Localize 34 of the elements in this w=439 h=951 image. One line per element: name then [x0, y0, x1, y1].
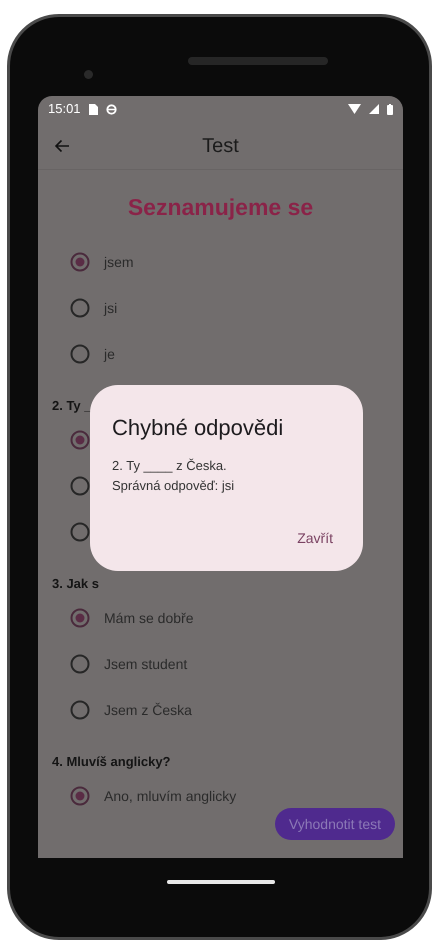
front-camera	[84, 70, 93, 79]
option-label: je	[104, 344, 115, 364]
radio-selected[interactable]	[70, 430, 90, 450]
radio-selected[interactable]	[70, 608, 90, 628]
dialog-text: Správná odpověď: jsi	[112, 477, 236, 495]
screen-title: Test	[202, 134, 239, 158]
radio-unselected[interactable]	[70, 298, 90, 318]
dialog-title: Chybné odpovědi	[112, 414, 284, 442]
question-title: 4. Mluvíš anglicky?	[52, 753, 170, 771]
radio-unselected[interactable]	[70, 700, 90, 720]
option-label: Jsem z Česka	[104, 700, 192, 720]
wifi-icon	[348, 104, 361, 114]
radio-selected[interactable]	[70, 252, 90, 272]
option-label: jsi	[104, 298, 118, 318]
radio-unselected[interactable]	[70, 476, 90, 496]
sim-card-icon	[88, 104, 98, 114]
home-indicator[interactable]	[166, 880, 274, 884]
option-label: jsem	[104, 252, 134, 272]
signal-icon	[369, 104, 379, 114]
circle-icon	[106, 104, 117, 114]
radio-unselected[interactable]	[70, 654, 90, 674]
radio-unselected[interactable]	[70, 522, 90, 542]
page-heading: Seznamujeme se	[126, 193, 314, 222]
radio-unselected[interactable]	[70, 344, 90, 364]
option-label: Ano, mluvím anglicky	[104, 786, 236, 806]
battery-icon	[387, 104, 393, 114]
status-time: 15:01	[48, 100, 81, 118]
option-label: Mám se dobře	[104, 608, 194, 628]
dialog-text: 2. Ty ____ z Česka.	[112, 457, 228, 475]
radio-selected[interactable]	[70, 786, 90, 806]
back-icon[interactable]	[54, 138, 70, 152]
question-title: 3. Jak s	[52, 575, 99, 593]
close-button[interactable]: Zavřít	[289, 524, 341, 553]
option-label: Jsem student	[104, 654, 188, 674]
